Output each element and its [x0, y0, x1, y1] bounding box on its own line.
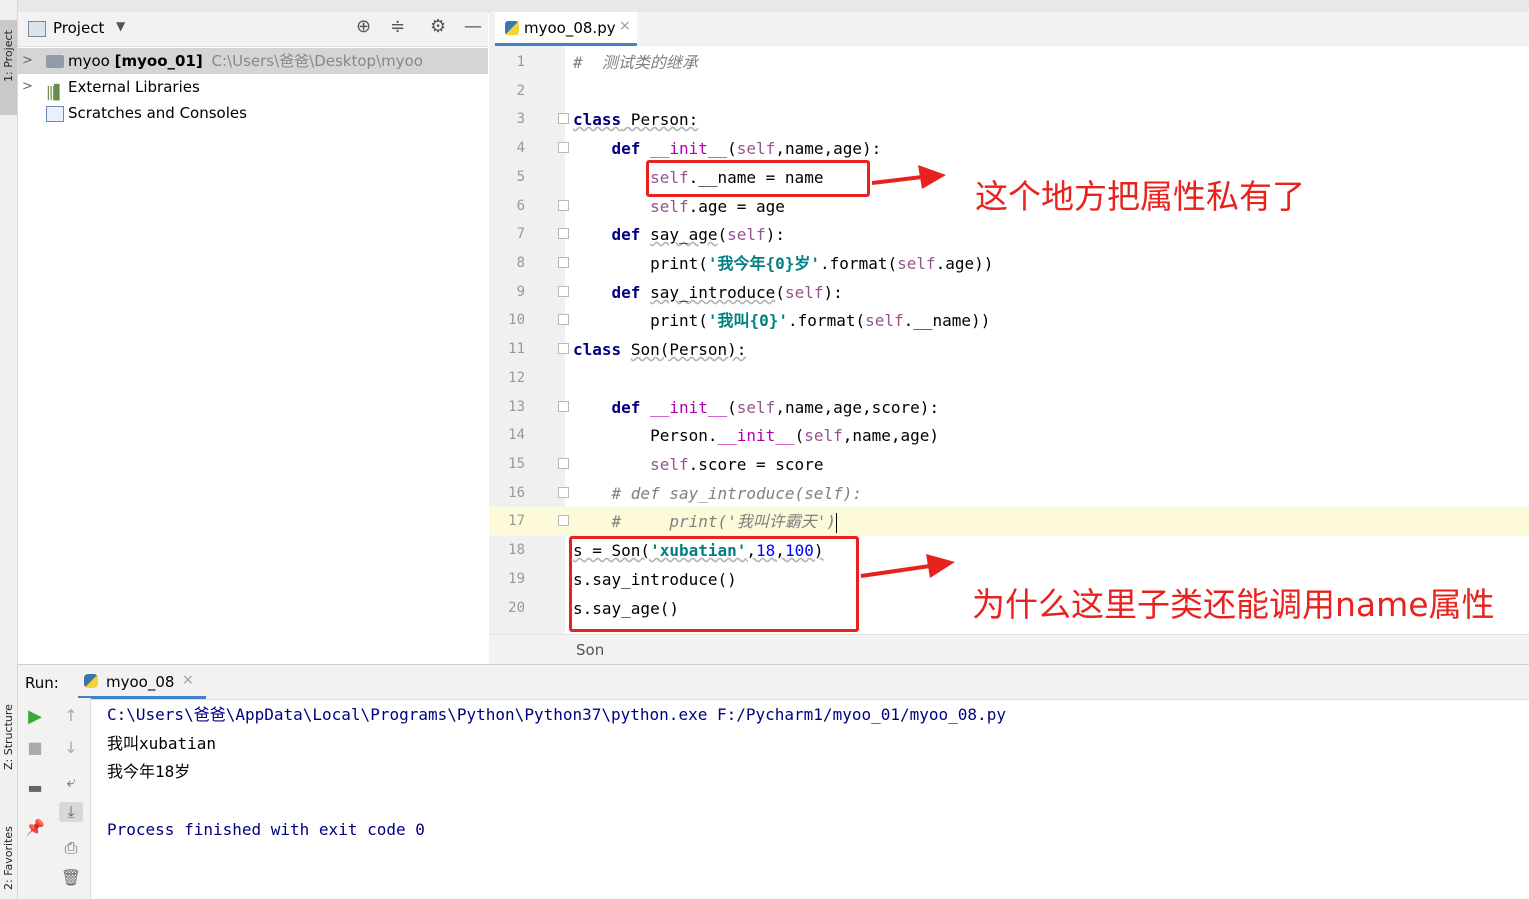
arrow-head-top: [918, 165, 946, 189]
trash-icon[interactable]: 🗑: [59, 868, 83, 887]
run-tab-myoo-08[interactable]: myoo_08 ×: [78, 665, 206, 699]
console-line-output-2: 我今年18岁: [107, 762, 191, 781]
arrow-line-top: [871, 175, 923, 185]
breadcrumb[interactable]: Son: [576, 641, 604, 659]
close-icon[interactable]: ×: [182, 672, 194, 688]
run-toolbar-primary: ▶ ■ ▬ 📌: [18, 698, 52, 899]
run-toolbar-secondary: ↑ ↓ ⤶ ⤓ ⎙ 🗑: [52, 698, 91, 899]
layout-icon[interactable]: ▬: [23, 778, 47, 797]
editor-breadcrumb-bar: Son: [489, 634, 1529, 665]
arrow-down-icon[interactable]: ↓: [59, 738, 83, 757]
run-label: Run:: [25, 674, 59, 692]
arrow-line-bottom: [860, 564, 931, 578]
console-line-command: C:\Users\爸爸\AppData\Local\Programs\Pytho…: [107, 705, 1006, 724]
scroll-to-end-icon[interactable]: ⤓: [59, 802, 83, 822]
run-panel-header: Run: myoo_08 ×: [18, 664, 1529, 700]
arrow-head-bottom: [926, 554, 955, 578]
pin-icon[interactable]: 📌: [23, 818, 47, 837]
arrow-up-icon[interactable]: ↑: [59, 706, 83, 725]
python-icon: [84, 674, 98, 688]
annotation-text-bottom: 为什么这里子类还能调用name属性: [972, 585, 1495, 624]
print-icon[interactable]: ⎙: [59, 838, 83, 858]
annotation-text-top: 这个地方把属性私有了: [975, 177, 1305, 216]
console-line-exit: Process finished with exit code 0: [107, 820, 425, 839]
soft-wrap-icon[interactable]: ⤶: [59, 772, 83, 792]
annotation-arrows: [860, 165, 955, 578]
stop-icon[interactable]: ■: [23, 738, 47, 757]
run-tab-label: myoo_08: [106, 673, 175, 691]
console-line-output-1: 我叫xubatian: [107, 734, 217, 753]
rerun-icon[interactable]: ▶: [23, 706, 47, 727]
